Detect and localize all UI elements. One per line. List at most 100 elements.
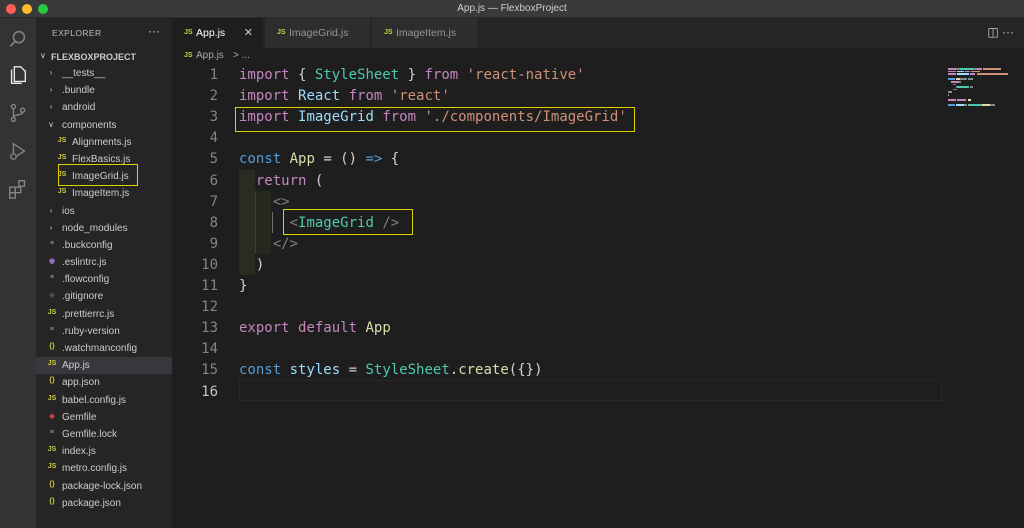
- code-line[interactable]: 2 import React from 'react': [172, 86, 942, 107]
- code-token: React: [298, 88, 341, 105]
- split-editor-and-more-icon[interactable]: ◫ ···: [987, 25, 1014, 39]
- tree-item-watchmanconfig[interactable]: {} .watchmanconfig: [36, 340, 172, 357]
- close-icon[interactable]: ✕: [244, 26, 253, 39]
- tree-item-label: node_modules: [62, 222, 128, 234]
- minimap-segment: [948, 78, 955, 80]
- line-number: 2: [209, 88, 218, 105]
- code-line[interactable]: 16: [172, 382, 942, 403]
- tree-item-gemfile-lock[interactable]: ≡ Gemfile.lock: [36, 426, 172, 443]
- code-line[interactable]: 10 ): [172, 255, 942, 276]
- explorer-sidebar: EXPLORER ··· ∨ FLEXBOXPROJECT › __tests__…: [36, 18, 172, 528]
- tab-label: App.js: [196, 27, 226, 39]
- code-token: import: [239, 88, 290, 105]
- tree-item-ruby-version[interactable]: ≡ .ruby-version: [36, 323, 172, 340]
- code-line[interactable]: 9 </>: [172, 234, 942, 255]
- tree-item-alignments-js[interactable]: JS Alignments.js: [36, 134, 172, 151]
- tab-imageitem-js[interactable]: JS ImageItem.js: [372, 18, 478, 48]
- line-number: 10: [201, 256, 218, 273]
- explorer-files-icon[interactable]: [7, 64, 29, 86]
- minimap-segment: [948, 91, 952, 93]
- file-file-icon: ≡: [49, 274, 55, 282]
- code-token: const: [239, 362, 282, 379]
- search-icon[interactable]: [7, 28, 29, 50]
- tree-item-package-lock-json[interactable]: {} package-lock.json: [36, 478, 172, 495]
- window-title: App.js — FlexboxProject: [457, 3, 567, 14]
- minimap[interactable]: [946, 64, 1024, 528]
- code-line[interactable]: 6 return (: [172, 171, 942, 192]
- code-text: return (: [239, 173, 323, 189]
- tree-item-label: .gitignore: [62, 291, 104, 303]
- explorer-header: EXPLORER ···: [36, 18, 172, 48]
- line-number: 6: [209, 172, 218, 189]
- code-token: =: [340, 362, 366, 379]
- code-token: = (): [314, 151, 366, 168]
- source-control-icon[interactable]: [7, 102, 29, 124]
- breadcrumb-separator[interactable]: > ...: [233, 50, 250, 61]
- tree-item-prettierrc-js[interactable]: JS .prettierrc.js: [36, 306, 172, 323]
- code-text: const App = () => {: [239, 151, 399, 167]
- file-tree: › __tests__ › .bundle › android ∨ components JS A…: [36, 65, 172, 512]
- json-file-icon: {}: [49, 480, 55, 488]
- tab-app-js[interactable]: JS App.js ✕: [172, 18, 264, 48]
- code-line[interactable]: 13 export default App: [172, 318, 942, 339]
- file-file-icon: ◆: [49, 412, 55, 420]
- tab-imagegrid-js[interactable]: JS ImageGrid.js: [265, 18, 371, 48]
- minimap-segment: [976, 73, 1008, 75]
- tree-item-flowconfig[interactable]: ≡ .flowconfig: [36, 271, 172, 288]
- tree-item-app-json[interactable]: {} app.json: [36, 374, 172, 391]
- tree-item-label: components: [62, 119, 117, 131]
- extensions-icon[interactable]: [7, 178, 29, 200]
- tree-item-app-js[interactable]: JS App.js: [36, 357, 172, 375]
- minimap-segment: [967, 99, 972, 101]
- tree-item-gemfile[interactable]: ◆ Gemfile: [36, 409, 172, 426]
- code-line[interactable]: 14: [172, 339, 942, 360]
- tree-item-babel-config-js[interactable]: JS babel.config.js: [36, 392, 172, 409]
- tree-item-tests[interactable]: › __tests__: [36, 65, 172, 82]
- code-line[interactable]: 11}: [172, 276, 942, 297]
- code-line[interactable]: 5 const App = () => {: [172, 149, 942, 170]
- tree-item-bundle[interactable]: › .bundle: [36, 82, 172, 99]
- code-text: import { StyleSheet } from 'react-native…: [239, 67, 585, 83]
- tree-item-imageitem-js[interactable]: JS ImageItem.js: [36, 185, 172, 202]
- tab-label: ImageItem.js: [396, 27, 457, 39]
- tree-item-package-json[interactable]: {} package.json: [36, 495, 172, 512]
- highlight-box-imagegrid-jsx: [283, 209, 413, 235]
- minimap-segment: [976, 68, 982, 70]
- project-folder-header[interactable]: ∨ FLEXBOXPROJECT: [36, 48, 172, 65]
- breadcrumb-file[interactable]: App.js: [196, 50, 224, 61]
- code-token: =>: [365, 151, 383, 168]
- minimap-segment: [957, 70, 964, 73]
- tree-item-ios[interactable]: › ios: [36, 203, 172, 220]
- code-line[interactable]: 12: [172, 297, 942, 318]
- code-text: const styles = StyleSheet.create({}): [239, 362, 543, 378]
- minimap-segment: [948, 73, 956, 75]
- code-token: StyleSheet: [365, 362, 450, 379]
- tree-item-label: package-lock.json: [62, 480, 143, 492]
- minimap-segment: [953, 88, 958, 91]
- code-token: styles: [289, 362, 341, 379]
- run-debug-icon[interactable]: [7, 140, 29, 162]
- project-name: FLEXBOXPROJECT: [51, 52, 137, 62]
- tree-item-components[interactable]: ∨ components: [36, 117, 172, 134]
- js-file-icon: JS: [57, 153, 67, 161]
- file-file-icon: ◆: [49, 292, 55, 300]
- code-text: export default App: [239, 320, 391, 336]
- tree-item-metro-config-js[interactable]: JS metro.config.js: [36, 460, 172, 477]
- tree-item-buckconfig[interactable]: ≡ .buckconfig: [36, 237, 172, 254]
- tree-item-label: .watchmanconfig: [62, 343, 138, 354]
- tree-item-index-js[interactable]: JS index.js: [36, 443, 172, 460]
- code-editor[interactable]: 1 import { StyleSheet } from 'react-nativ…: [172, 64, 942, 528]
- tree-item-android[interactable]: › android: [36, 99, 172, 116]
- tree-item-gitignore[interactable]: ◆ .gitignore: [36, 288, 172, 305]
- minimap-segment: [948, 68, 956, 70]
- minimap-segment: [948, 94, 950, 96]
- more-actions-icon[interactable]: ···: [148, 24, 160, 38]
- chevron-right-icon: ›: [49, 68, 53, 77]
- code-line[interactable]: 1 import { StyleSheet } from 'react-nativ…: [172, 65, 942, 86]
- line-number: 9: [209, 235, 218, 252]
- tree-item-node-modules[interactable]: › node_modules: [36, 220, 172, 237]
- file-file-icon: ≡: [49, 428, 55, 436]
- code-line[interactable]: 15 const styles = StyleSheet.create({}): [172, 360, 942, 381]
- tree-item-eslintrc-js[interactable]: ◉ .eslintrc.js: [36, 254, 172, 271]
